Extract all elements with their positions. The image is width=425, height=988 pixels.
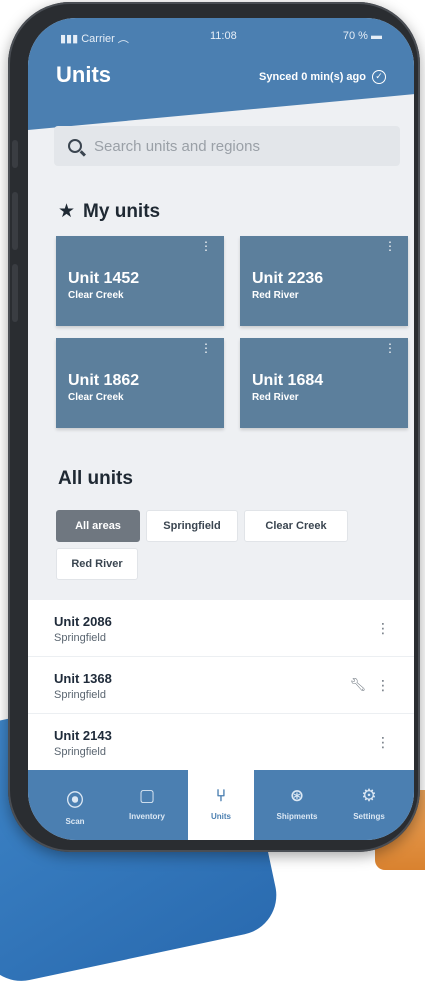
more-options-icon[interactable]: ⋮ [384,240,396,252]
more-options-icon[interactable]: ⋮ [376,734,390,751]
tab-shipments[interactable]: ⊛ Shipments [264,770,330,840]
list-item[interactable]: Unit 2143 Springfield ⋮ [28,714,414,770]
wrench-icon: 🔧︎ [349,677,366,692]
unit-card-area: Clear Creek [68,290,124,301]
unit-card-area: Red River [252,290,299,301]
filter-chip-clear-creek[interactable]: Clear Creek [244,510,348,542]
bottom-tab-bar: ⦿ Scan ▢ Inventory ⑂ Units ⊛ Shipments ⚙… [28,770,414,840]
more-options-icon[interactable]: ⋮ [376,677,390,694]
units-list: Unit 2086 Springfield ⋮ Unit 1368 Spring… [28,600,414,780]
unit-name: Unit 1368 [54,671,112,686]
more-options-icon[interactable]: ⋮ [376,620,390,637]
package-icon: ⊛ [289,786,305,805]
unit-area: Springfield [54,689,106,701]
my-units-heading: ★ My units [58,200,161,223]
page-title: Units [56,62,111,87]
unit-card[interactable]: ⋮ Unit 1862 Clear Creek [56,338,224,428]
filter-chip-red-river[interactable]: Red River [56,548,138,580]
unit-card[interactable]: ⋮ Unit 1452 Clear Creek [56,236,224,326]
unit-card-name: Unit 1452 [68,270,140,287]
status-bar: ▮▮▮ Carrier ︵ 11:08 70 % ▬ [60,30,382,46]
more-options-icon[interactable]: ⋮ [384,342,396,354]
unit-area: Springfield [54,632,106,644]
unit-name: Unit 2143 [54,728,112,743]
tab-settings[interactable]: ⚙ Settings [336,770,402,840]
unit-card-name: Unit 1684 [252,372,324,389]
filter-chip-springfield[interactable]: Springfield [146,510,238,542]
unit-area: Springfield [54,746,106,758]
list-item[interactable]: Unit 1368 Springfield 🔧︎ ⋮ [28,657,414,713]
tab-inventory[interactable]: ▢ Inventory [114,770,180,840]
unit-card[interactable]: ⋮ Unit 2236 Red River [240,236,408,326]
sync-label: Synced 0 min(s) ago [259,71,366,83]
star-icon: ★ [58,201,76,222]
list-item[interactable]: Unit 2086 Springfield ⋮ [28,600,414,656]
search-placeholder: Search units and regions [94,137,260,155]
search-input[interactable]: Search units and regions [54,126,400,166]
status-time: 11:08 [210,30,237,42]
unit-card-area: Red River [252,392,299,403]
network-icon: ⑂ [215,786,227,805]
unit-card-name: Unit 2236 [252,270,324,287]
mute-switch [12,140,18,168]
battery-status: 70 % ▬ [342,30,382,42]
all-units-heading: All units [58,468,133,489]
more-options-icon[interactable]: ⋮ [200,240,212,252]
tab-units[interactable]: ⑂ Units [188,770,254,840]
search-icon [68,139,82,153]
sync-status[interactable]: Synced 0 min(s) ago ✓ [259,70,386,84]
scan-icon: ⦿ [66,791,84,810]
more-options-icon[interactable]: ⋮ [200,342,212,354]
unit-card[interactable]: ⋮ Unit 1684 Red River [240,338,408,428]
unit-name: Unit 2086 [54,614,112,629]
phone-frame: ▮▮▮ Carrier ︵ 11:08 70 % ▬ Units Synced … [8,2,420,852]
filter-chip-all-areas[interactable]: All areas [56,510,140,542]
check-circle-icon: ✓ [372,70,386,84]
unit-card-name: Unit 1862 [68,372,140,389]
volume-up-button [12,192,18,250]
gear-icon: ⚙ [361,786,377,805]
volume-down-button [12,264,18,322]
clipboard-icon: ▢ [138,786,156,805]
tab-scan[interactable]: ⦿ Scan [42,770,108,840]
carrier-label: ▮▮▮ Carrier ︵ [60,33,129,45]
app-screen: ▮▮▮ Carrier ︵ 11:08 70 % ▬ Units Synced … [28,18,414,840]
unit-card-area: Clear Creek [68,392,124,403]
